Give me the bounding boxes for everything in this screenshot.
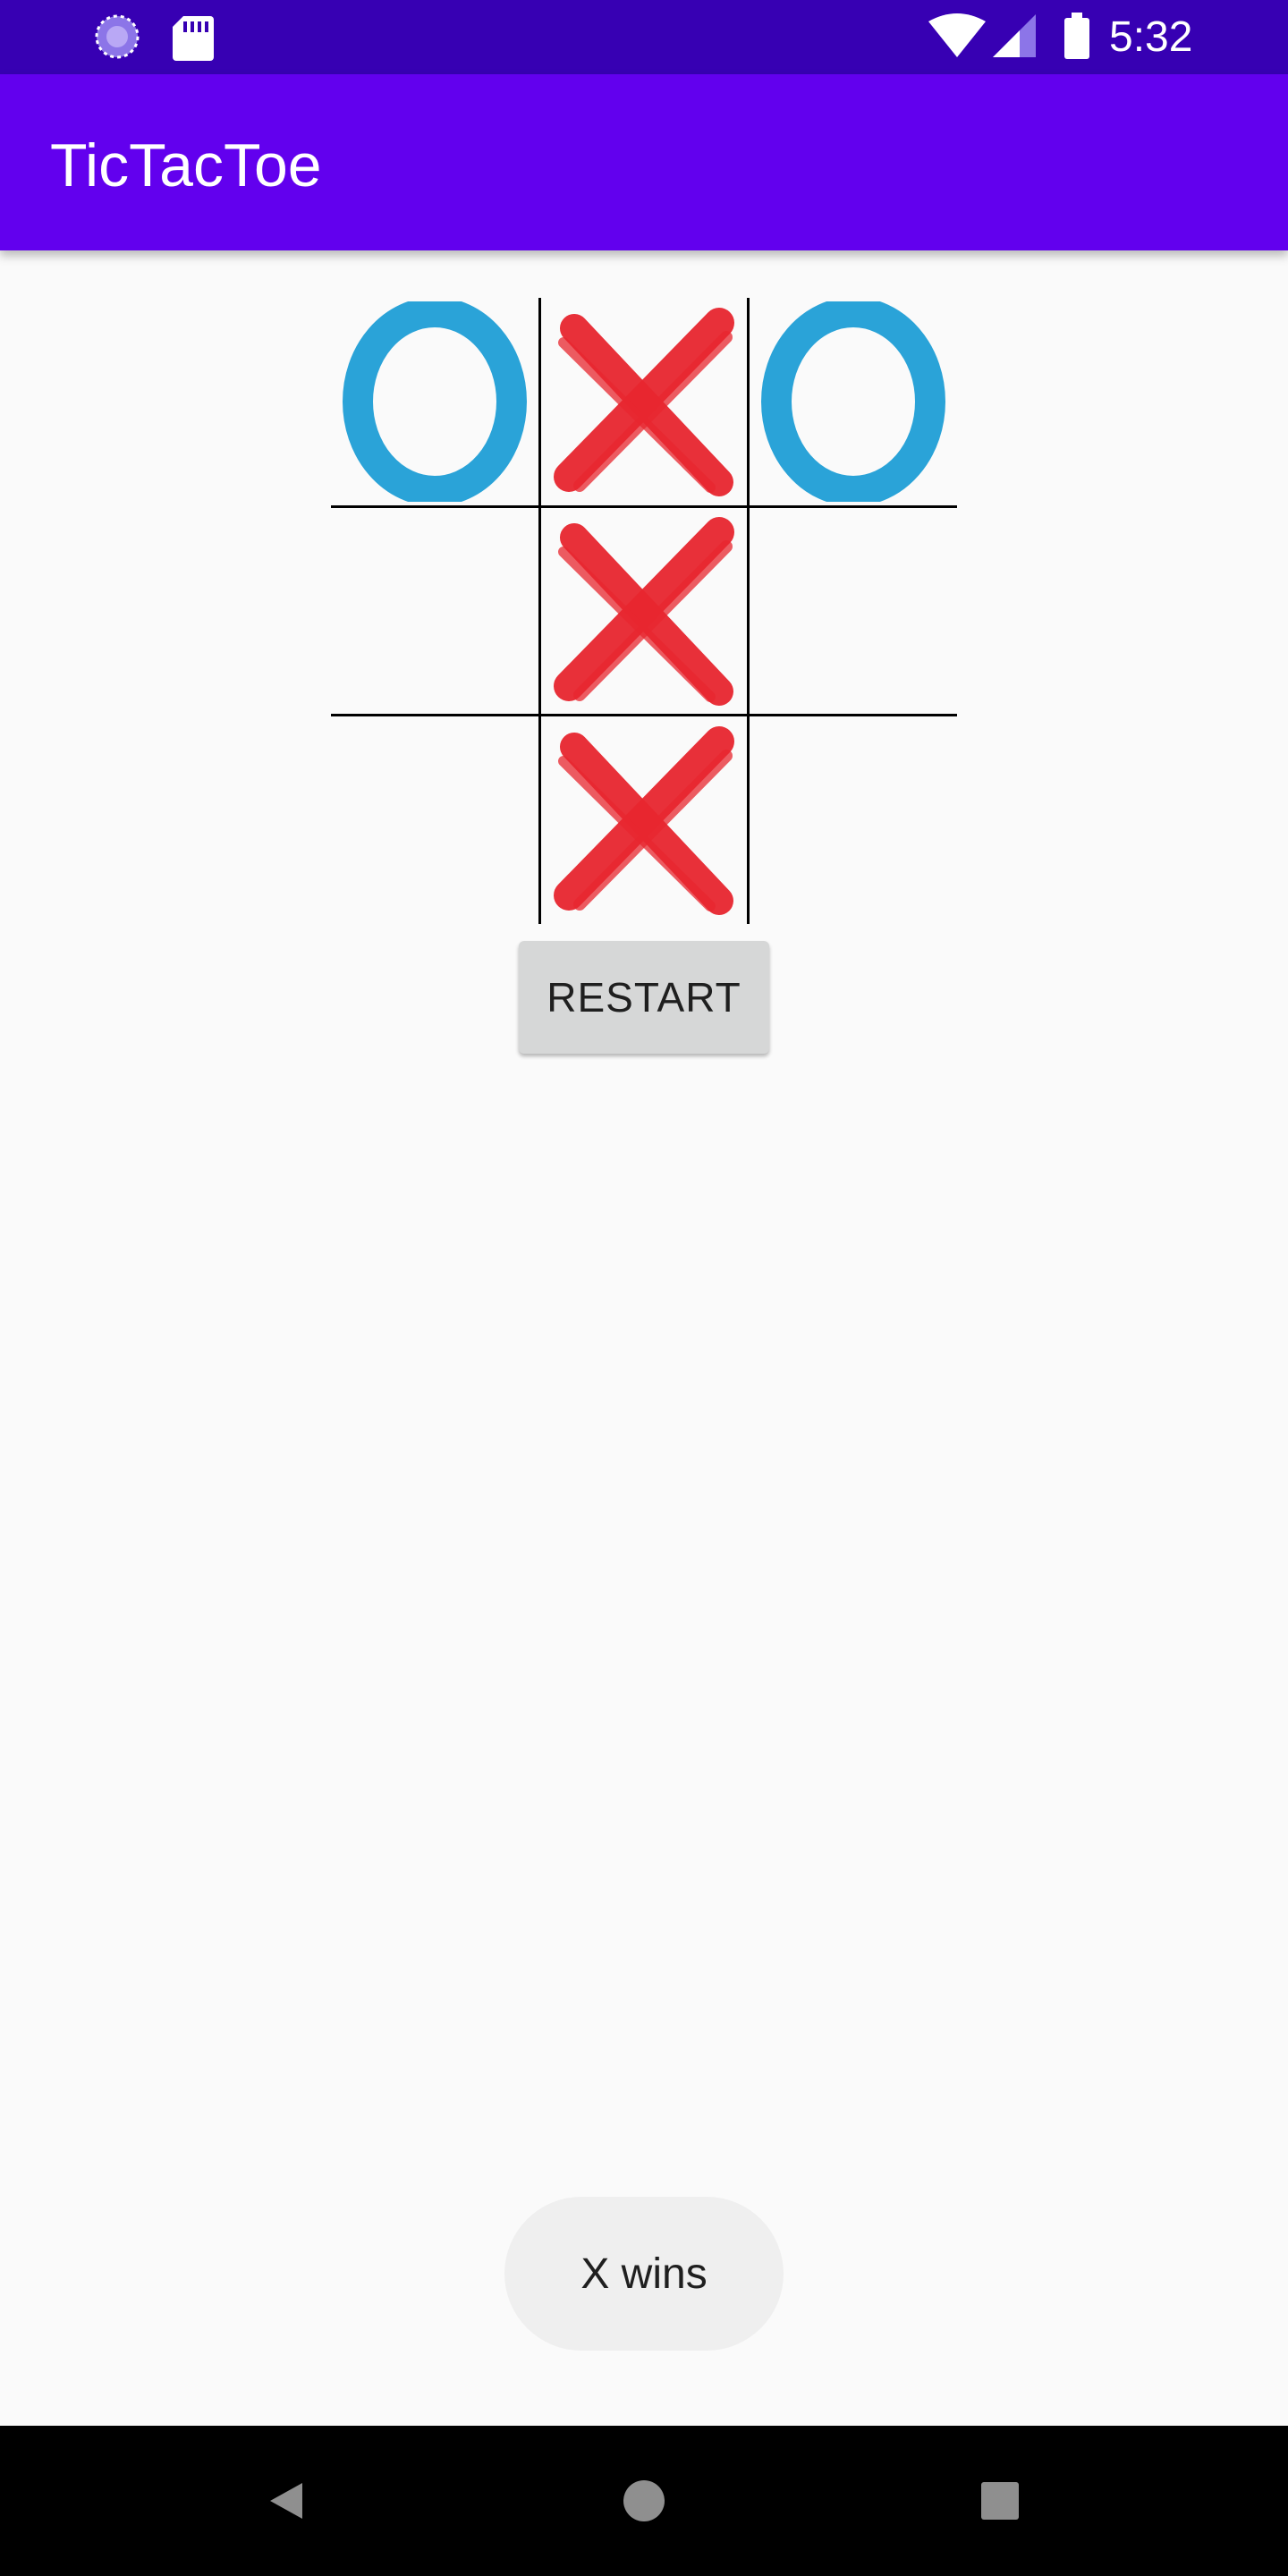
sync-icon [95, 14, 140, 59]
o-mark-icon [761, 301, 945, 502]
back-icon [270, 2483, 302, 2519]
board-cell-1-2[interactable] [750, 507, 957, 715]
status-icons-left [95, 14, 214, 61]
status-icons-right [928, 13, 1089, 59]
board-cell-0-1[interactable] [540, 298, 748, 505]
home-icon [623, 2480, 665, 2521]
o-mark-icon [343, 301, 527, 502]
app-title: TicTacToe [50, 131, 322, 199]
battery-icon [1064, 13, 1089, 59]
cell-signal-icon [993, 14, 1036, 57]
board-cell-0-0[interactable] [331, 298, 538, 505]
status-time: 5:32 [1109, 13, 1193, 61]
board-cell-2-0[interactable] [331, 716, 538, 924]
board-cell-1-1[interactable] [540, 507, 748, 715]
home-button[interactable] [608, 2465, 680, 2537]
tictactoe-board [331, 298, 957, 924]
board-cell-2-2[interactable] [750, 716, 957, 924]
toast-message: X wins [504, 2197, 784, 2351]
x-mark-icon [554, 308, 734, 496]
board-cell-0-2[interactable] [750, 298, 957, 505]
back-button[interactable] [250, 2465, 322, 2537]
board-cell-2-1[interactable] [540, 716, 748, 924]
sd-card-icon [173, 16, 214, 61]
app-bar: TicTacToe [0, 74, 1288, 250]
board-cell-1-0[interactable] [331, 507, 538, 715]
x-mark-icon [554, 517, 734, 706]
restart-button[interactable]: RESTART [519, 941, 769, 1054]
x-mark-icon [554, 726, 734, 915]
nav-bar [0, 2426, 1288, 2576]
recents-icon [981, 2482, 1019, 2520]
status-bar: 5:32 [0, 0, 1288, 74]
recents-button[interactable] [964, 2465, 1036, 2537]
wifi-icon [928, 13, 986, 57]
